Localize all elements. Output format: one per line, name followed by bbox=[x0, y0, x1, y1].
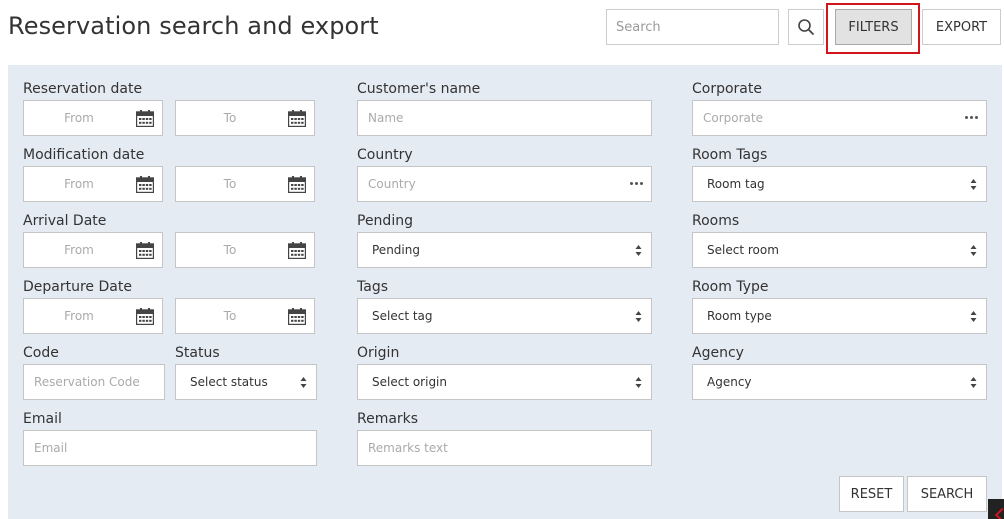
reservation-date-from-placeholder: From bbox=[64, 111, 94, 125]
remarks-placeholder: Remarks text bbox=[368, 441, 448, 455]
room-type-select[interactable]: Room type bbox=[692, 298, 987, 334]
calendar-icon[interactable] bbox=[288, 242, 306, 259]
code-label: Code bbox=[23, 345, 59, 361]
departure-date-label: Departure Date bbox=[23, 279, 132, 295]
country-label: Country bbox=[357, 147, 413, 163]
customer-name-label: Customer's name bbox=[357, 81, 481, 97]
origin-select-value: Select origin bbox=[372, 375, 447, 389]
tags-select-value: Select tag bbox=[372, 309, 433, 323]
filters-button[interactable]: FILTERS bbox=[835, 9, 912, 45]
origin-select[interactable]: Select origin bbox=[357, 364, 652, 400]
more-dots-icon[interactable] bbox=[630, 182, 643, 185]
corporate-label: Corporate bbox=[692, 81, 762, 97]
reservation-date-to-input[interactable]: To bbox=[175, 100, 315, 136]
origin-label: Origin bbox=[357, 345, 400, 361]
modification-date-to-input[interactable]: To bbox=[175, 166, 315, 202]
agency-select[interactable]: Agency bbox=[692, 364, 987, 400]
calendar-icon[interactable] bbox=[288, 308, 306, 325]
page-title: Reservation search and export bbox=[8, 12, 379, 40]
rooms-select-value: Select room bbox=[707, 243, 779, 257]
corporate-placeholder: Corporate bbox=[703, 111, 763, 125]
more-dots-icon[interactable] bbox=[965, 116, 978, 119]
departure-date-to-placeholder: To bbox=[223, 309, 237, 323]
modification-date-to-placeholder: To bbox=[223, 177, 237, 191]
modification-date-from-placeholder: From bbox=[64, 177, 94, 191]
calendar-icon[interactable] bbox=[136, 308, 154, 325]
departure-date-from-placeholder: From bbox=[64, 309, 94, 323]
agency-select-value: Agency bbox=[707, 375, 752, 389]
reservation-code-input[interactable]: Reservation Code bbox=[23, 364, 165, 400]
arrival-date-to-input[interactable]: To bbox=[175, 232, 315, 268]
email-placeholder: Email bbox=[34, 441, 68, 455]
reset-button[interactable]: RESET bbox=[839, 476, 904, 512]
calendar-icon[interactable] bbox=[288, 110, 306, 127]
room-tags-select[interactable]: Room tag bbox=[692, 166, 987, 202]
customer-name-placeholder: Name bbox=[368, 111, 404, 125]
modification-date-from-input[interactable]: From bbox=[23, 166, 163, 202]
remarks-input[interactable]: Remarks text bbox=[357, 430, 652, 466]
departure-date-to-input[interactable]: To bbox=[175, 298, 315, 334]
sort-arrows-icon bbox=[970, 377, 977, 388]
status-select[interactable]: Select status bbox=[175, 364, 317, 400]
export-button[interactable]: EXPORT bbox=[922, 9, 1001, 45]
calendar-icon[interactable] bbox=[136, 176, 154, 193]
sort-arrows-icon bbox=[635, 377, 642, 388]
sort-arrows-icon bbox=[970, 245, 977, 256]
room-type-label: Room Type bbox=[692, 279, 769, 295]
remarks-label: Remarks bbox=[357, 411, 419, 427]
email-label: Email bbox=[23, 411, 62, 427]
room-tags-label: Room Tags bbox=[692, 147, 768, 163]
tags-select[interactable]: Select tag bbox=[357, 298, 652, 334]
rooms-label: Rooms bbox=[692, 213, 740, 229]
tags-label: Tags bbox=[357, 279, 388, 295]
pending-label: Pending bbox=[357, 213, 413, 229]
country-input[interactable]: Country bbox=[357, 166, 652, 202]
reservation-date-to-placeholder: To bbox=[223, 111, 237, 125]
sort-arrows-icon bbox=[970, 179, 977, 190]
room-type-select-value: Room type bbox=[707, 309, 772, 323]
search-submit-button[interactable]: SEARCH bbox=[907, 476, 987, 512]
search-input[interactable] bbox=[606, 9, 779, 45]
reservation-date-from-input[interactable]: From bbox=[23, 100, 163, 136]
filters-panel: Reservation date From To Modification da… bbox=[8, 65, 1002, 519]
calendar-icon[interactable] bbox=[288, 176, 306, 193]
arrival-date-label: Arrival Date bbox=[23, 213, 107, 229]
status-label: Status bbox=[175, 345, 220, 361]
pending-select-value: Pending bbox=[372, 243, 420, 257]
departure-date-from-input[interactable]: From bbox=[23, 298, 163, 334]
country-placeholder: Country bbox=[368, 177, 416, 191]
search-icon bbox=[798, 19, 814, 35]
reservation-code-placeholder: Reservation Code bbox=[34, 375, 140, 389]
sort-arrows-icon bbox=[635, 311, 642, 322]
calendar-icon[interactable] bbox=[136, 110, 154, 127]
status-select-value: Select status bbox=[190, 375, 268, 389]
sort-arrows-icon bbox=[300, 377, 307, 388]
arrival-date-from-input[interactable]: From bbox=[23, 232, 163, 268]
arrival-date-to-placeholder: To bbox=[223, 243, 237, 257]
reservation-date-label: Reservation date bbox=[23, 81, 143, 97]
search-button[interactable] bbox=[788, 9, 824, 45]
email-input[interactable]: Email bbox=[23, 430, 317, 466]
pending-select[interactable]: Pending bbox=[357, 232, 652, 268]
corporate-input[interactable]: Corporate bbox=[692, 100, 987, 136]
calendar-icon[interactable] bbox=[136, 242, 154, 259]
agency-label: Agency bbox=[692, 345, 744, 361]
room-tags-select-value: Room tag bbox=[707, 177, 765, 191]
sort-arrows-icon bbox=[970, 311, 977, 322]
sort-arrows-icon bbox=[635, 245, 642, 256]
modification-date-label: Modification date bbox=[23, 147, 145, 163]
customer-name-input[interactable]: Name bbox=[357, 100, 652, 136]
rooms-select[interactable]: Select room bbox=[692, 232, 987, 268]
corner-widget[interactable] bbox=[988, 499, 1004, 519]
arrival-date-from-placeholder: From bbox=[64, 243, 94, 257]
